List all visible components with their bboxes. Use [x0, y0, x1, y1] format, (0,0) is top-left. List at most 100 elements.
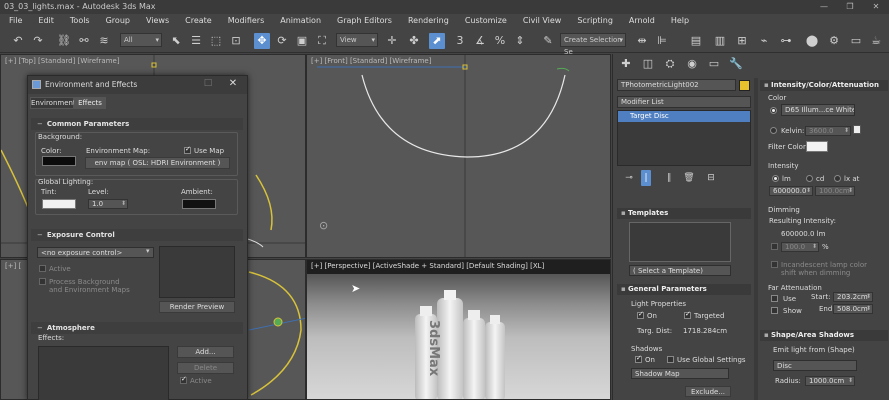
templates-list[interactable]: [629, 222, 731, 262]
use-map-checkbox[interactable]: [184, 145, 191, 154]
bind-spacewarp-icon[interactable]: ≋: [96, 33, 112, 49]
modify-tab-icon[interactable]: ◫: [640, 56, 656, 72]
render-preview-button[interactable]: Render Preview: [159, 301, 235, 313]
menu-arnold[interactable]: Arnold: [620, 14, 662, 28]
scale-icon[interactable]: ▣: [294, 33, 310, 49]
menu-file[interactable]: File: [0, 14, 29, 28]
edit-named-selection-icon[interactable]: ✎: [540, 33, 556, 49]
exposure-control-header[interactable]: Exposure Control: [31, 229, 243, 241]
layer-explorer-icon[interactable]: ▥: [712, 33, 728, 49]
kelvin-spinner[interactable]: 3600.0: [805, 126, 851, 136]
atmosphere-active-checkbox[interactable]: [180, 375, 187, 384]
redo-icon[interactable]: ↷: [30, 33, 46, 49]
cd-radio[interactable]: [806, 175, 813, 182]
lm-radio[interactable]: [772, 175, 779, 182]
menu-animation[interactable]: Animation: [271, 14, 328, 28]
shadows-on-checkbox[interactable]: [635, 354, 642, 363]
window-crossing-icon[interactable]: ⊡: [228, 33, 244, 49]
rectangular-selection-icon[interactable]: ⬚: [208, 33, 224, 49]
tint-swatch[interactable]: [42, 199, 76, 209]
rotate-icon[interactable]: ⟳: [274, 33, 290, 49]
menu-modifiers[interactable]: Modifiers: [219, 14, 272, 28]
env-map-button[interactable]: env map ( OSL: HDRI Environment ): [85, 157, 230, 169]
placement-icon[interactable]: ⛶: [314, 33, 330, 49]
far-atten-end-spinner[interactable]: 508.0cm: [833, 304, 873, 314]
exposure-active-checkbox[interactable]: [39, 265, 46, 272]
dimming-percent-spinner[interactable]: 100.0: [781, 242, 819, 252]
delete-effect-button[interactable]: Delete: [177, 362, 234, 374]
exposure-dropdown-arrow-icon[interactable]: ▾: [146, 247, 150, 255]
material-editor-icon[interactable]: ⬤: [804, 33, 820, 49]
curve-editor-icon[interactable]: ⌁: [756, 33, 772, 49]
preset-color-radio[interactable]: [770, 107, 777, 114]
selection-filter-dropdown[interactable]: All: [120, 33, 162, 47]
keyboard-shortcut-override-icon[interactable]: ⬈: [429, 33, 445, 49]
shadow-type-dropdown[interactable]: Shadow Map: [631, 368, 729, 379]
viewport-perspective-label[interactable]: [+] [Perspective] [ActiveShade + Standar…: [311, 262, 544, 270]
pivot-center-icon[interactable]: ✛: [384, 33, 400, 49]
render-production-icon[interactable]: ☕: [868, 33, 884, 49]
tab-effects[interactable]: Effects: [74, 97, 106, 109]
use-global-settings-checkbox[interactable]: [667, 356, 674, 363]
viewport-front[interactable]: [+] [Front] [Standard] [Wireframe] ⊙: [306, 54, 611, 258]
menu-graph-editors[interactable]: Graph Editors: [328, 14, 399, 28]
show-end-result-icon[interactable]: |: [641, 170, 651, 186]
panel-scrollbar[interactable]: [754, 78, 758, 400]
stack-item-target-disc[interactable]: Target Disc: [618, 111, 750, 122]
far-atten-start-spinner[interactable]: 203.2cm: [833, 292, 873, 302]
menu-group[interactable]: Group: [97, 14, 137, 28]
far-atten-show-checkbox[interactable]: [771, 307, 778, 314]
mirror-icon[interactable]: ⇹: [634, 33, 650, 49]
radius-spinner[interactable]: 1000.0cm: [805, 376, 855, 386]
close-button[interactable]: ✕: [863, 0, 889, 14]
named-selection-set-dropdown[interactable]: Create Selection Se: [560, 33, 626, 56]
snaps-toggle-icon[interactable]: 3: [452, 33, 468, 49]
templates-header[interactable]: Templates: [617, 208, 751, 219]
targeted-checkbox[interactable]: [684, 310, 691, 319]
tab-environment[interactable]: Environment: [30, 97, 76, 109]
viewport-perspective[interactable]: [+] [Perspective] [ActiveShade + Standar…: [306, 259, 611, 400]
template-select-dropdown[interactable]: ( Select a Template): [629, 265, 731, 276]
common-parameters-header[interactable]: Common Parameters: [31, 118, 243, 130]
shape-area-shadows-header[interactable]: Shape/Area Shadows: [760, 330, 888, 341]
configure-modifier-sets-icon[interactable]: ⊟: [703, 170, 719, 186]
menu-scripting[interactable]: Scripting: [568, 14, 620, 28]
link-icon[interactable]: ⛓: [56, 33, 72, 49]
align-icon[interactable]: ⊫: [654, 33, 670, 49]
motion-tab-icon[interactable]: ◉: [684, 56, 700, 72]
dialog-close-icon[interactable]: ✕: [226, 78, 240, 92]
exclude-button[interactable]: Exclude...: [685, 386, 731, 397]
process-background-checkbox[interactable]: [39, 278, 46, 285]
minimize-button[interactable]: —: [811, 0, 837, 14]
menu-edit[interactable]: Edit: [29, 14, 61, 28]
move-icon[interactable]: ✥: [254, 33, 270, 49]
menu-tools[interactable]: Tools: [61, 14, 97, 28]
unlink-icon[interactable]: ⚯: [76, 33, 92, 49]
filter-color-swatch[interactable]: [806, 141, 828, 152]
pin-stack-icon[interactable]: ⊸: [621, 170, 637, 186]
cd-value-spinner[interactable]: 100.0cm: [815, 186, 855, 196]
general-parameters-header[interactable]: General Parameters: [617, 284, 751, 295]
intensity-header[interactable]: Intensity/Color/Attenuation: [760, 80, 888, 91]
add-effect-button[interactable]: Add...: [177, 346, 234, 358]
color-preset-dropdown[interactable]: D65 Illum...ce White): [781, 104, 855, 116]
undo-icon[interactable]: ↶: [10, 33, 26, 49]
shape-dropdown[interactable]: Disc: [773, 360, 857, 371]
schematic-view-icon[interactable]: ⊶: [778, 33, 794, 49]
lx-radio[interactable]: [834, 175, 841, 182]
select-by-name-icon[interactable]: ☰: [188, 33, 204, 49]
create-tab-icon[interactable]: ✚: [618, 56, 634, 72]
object-name-field[interactable]: TPhotometricLight002: [617, 79, 736, 91]
level-spinner[interactable]: 1.0: [88, 199, 128, 209]
utilities-tab-icon[interactable]: 🔧: [728, 56, 744, 72]
kelvin-color-swatch[interactable]: [853, 125, 861, 134]
select-manipulate-icon[interactable]: ✤: [406, 33, 422, 49]
remove-modifier-icon[interactable]: 🗑: [681, 170, 697, 186]
display-tab-icon[interactable]: ▭: [706, 56, 722, 72]
far-atten-use-checkbox[interactable]: [771, 295, 778, 302]
make-unique-icon[interactable]: ∥: [661, 170, 677, 186]
menu-rendering[interactable]: Rendering: [399, 14, 456, 28]
exposure-dropdown[interactable]: <no exposure control>: [37, 247, 154, 258]
angle-snap-icon[interactable]: ∡: [472, 33, 488, 49]
bg-color-swatch[interactable]: [42, 156, 76, 166]
